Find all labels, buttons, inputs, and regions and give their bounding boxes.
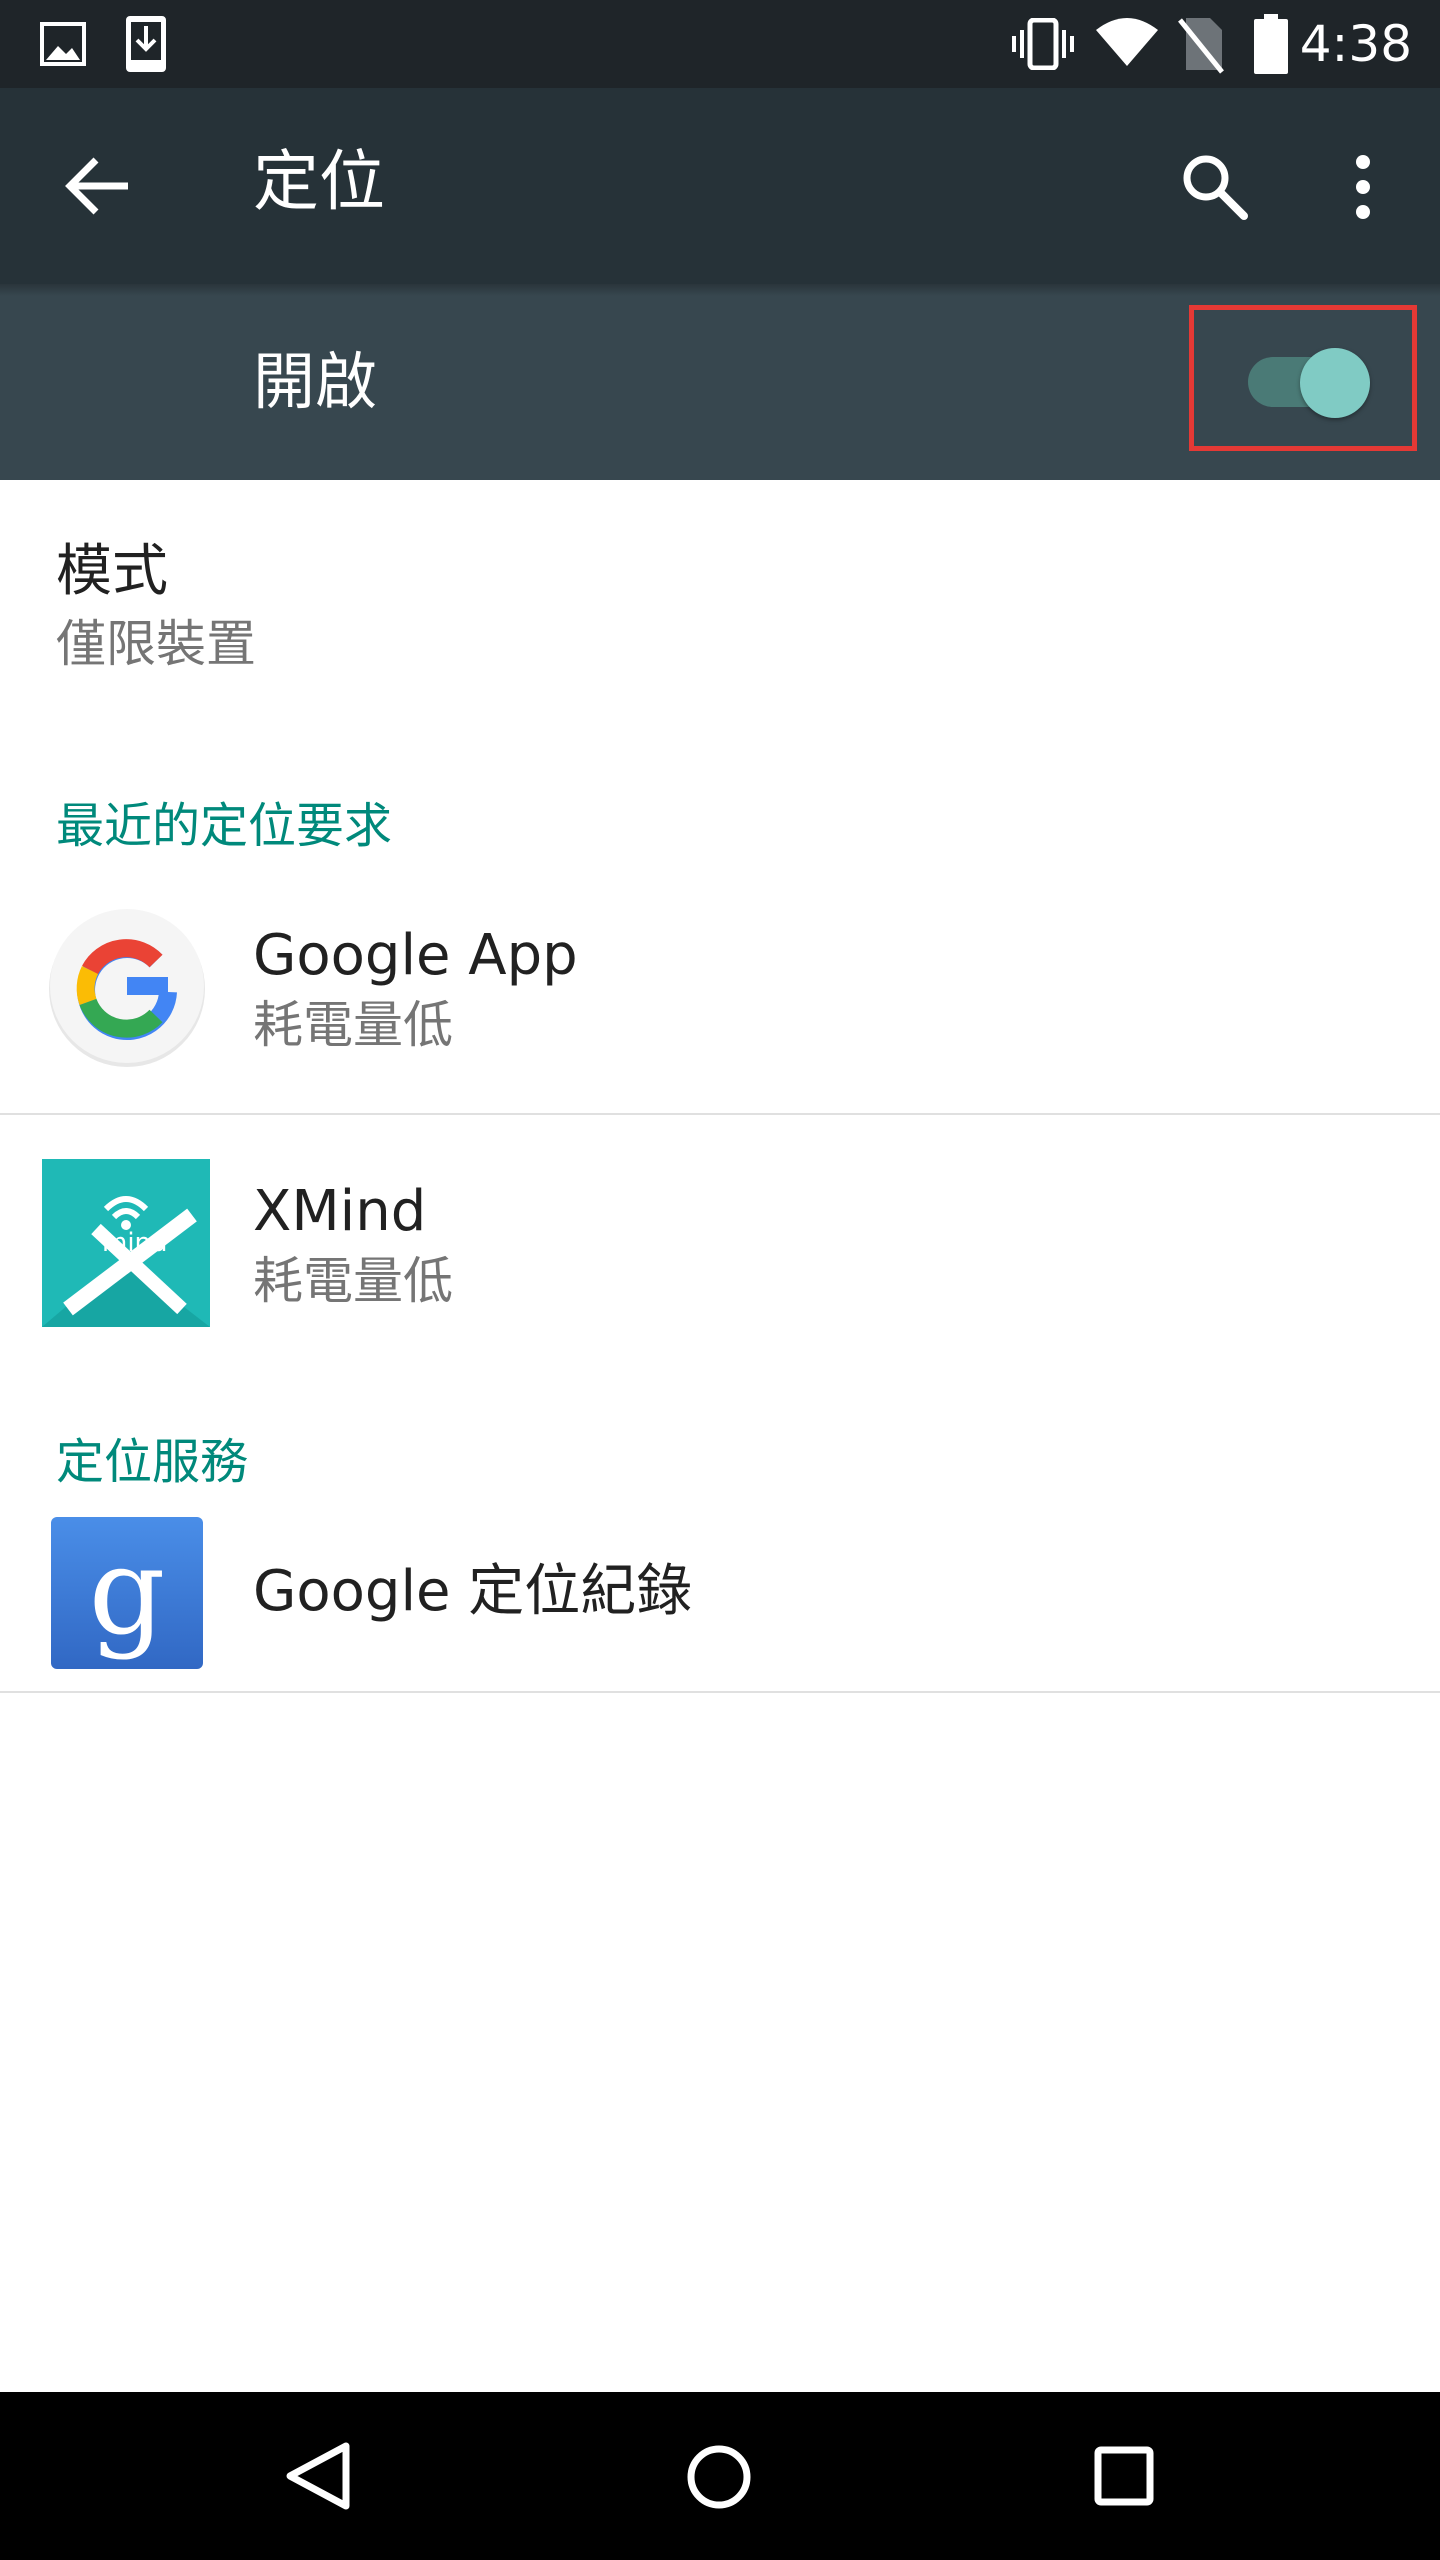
list-item[interactable] (0, 880, 1440, 1114)
glh-icon-text: g (89, 1523, 166, 1662)
download-notification-icon (126, 16, 166, 72)
xmind-icon-text: mind (102, 1228, 168, 1258)
divider (0, 1691, 1440, 1693)
switch-label: 開啟 (253, 345, 378, 418)
service-name: Google 定位紀錄 (253, 1559, 693, 1624)
mode-value: 僅限裝置 (56, 615, 256, 673)
location-toggle-thumb[interactable] (1300, 348, 1370, 418)
app-detail: 耗電量低 (253, 1252, 453, 1310)
mode-title: 模式 (56, 539, 168, 604)
app-name: Google App (253, 923, 578, 988)
app-detail: 耗電量低 (253, 996, 453, 1054)
more-vert-icon[interactable] (1348, 152, 1378, 222)
back-arrow-icon[interactable] (62, 154, 134, 218)
app-name: XMind (253, 1179, 427, 1244)
search-icon[interactable] (1180, 152, 1250, 222)
battery-icon (1254, 14, 1288, 74)
list-item[interactable] (0, 1115, 1440, 1375)
recents-nav-icon[interactable] (1092, 2444, 1156, 2508)
google-location-history-icon: g (51, 1517, 203, 1669)
no-sim-icon (1178, 18, 1224, 74)
page-title: 定位 (253, 143, 385, 220)
wifi-icon (1096, 18, 1158, 66)
list-item[interactable] (0, 1500, 1440, 1690)
google-app-icon (49, 909, 205, 1067)
recent-requests-header: 最近的定位要求 (56, 798, 393, 854)
image-notification-icon (40, 22, 86, 66)
status-bar: 4:38 (0, 0, 1440, 88)
xmind-app-icon: mind (42, 1159, 210, 1327)
toolbar-shadow (0, 284, 1440, 296)
vibrate-icon (1012, 18, 1074, 70)
location-services-header: 定位服務 (56, 1434, 249, 1490)
back-nav-icon[interactable] (282, 2440, 354, 2512)
home-nav-icon[interactable] (684, 2442, 754, 2512)
status-time: 4:38 (1299, 15, 1412, 73)
